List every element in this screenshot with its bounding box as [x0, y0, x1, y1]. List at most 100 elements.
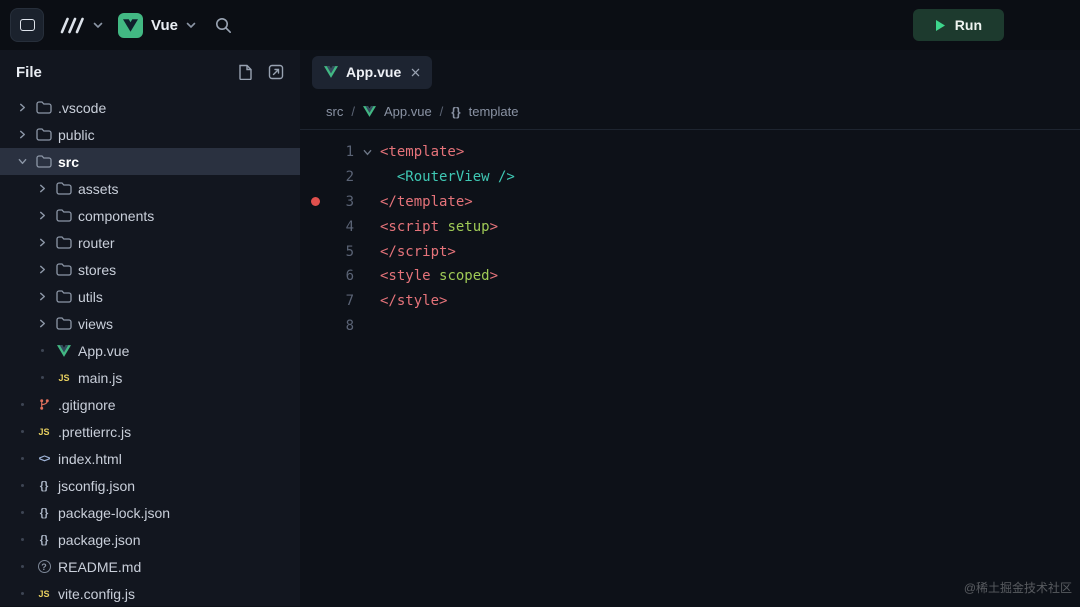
code-text: <script setup> — [380, 219, 498, 235]
code-text: </style> — [380, 293, 447, 309]
line-number: 6 — [330, 268, 354, 284]
code-text: <RouterView /> — [380, 169, 515, 185]
json-file-icon: {} — [40, 480, 49, 492]
close-tab-icon[interactable] — [411, 68, 420, 77]
topbar: Vue Run — [0, 0, 1080, 50]
tree-item-label: views — [78, 316, 113, 332]
tree-file-vite.config.js[interactable]: JS vite.config.js — [0, 580, 300, 607]
tree-item-label: src — [58, 154, 79, 170]
tree-folder-views[interactable]: views — [0, 310, 300, 337]
tree-file-jsconfig.json[interactable]: {}jsconfig.json — [0, 472, 300, 499]
line-number: 5 — [330, 244, 354, 260]
tab-bar: App.vue — [300, 50, 1080, 94]
tree-folder-assets[interactable]: assets — [0, 175, 300, 202]
chevron-right-icon[interactable] — [34, 292, 50, 301]
code-text: <style scoped> — [380, 268, 498, 284]
line-number: 8 — [330, 318, 354, 334]
code-text: </template> — [380, 194, 473, 210]
chevron-right-icon[interactable] — [34, 238, 50, 247]
project-menu[interactable]: Vue — [118, 13, 196, 38]
tree-item-label: router — [78, 235, 115, 251]
code-line-2: 2 <RouterView /> — [300, 165, 1080, 190]
file-bullet — [14, 457, 30, 460]
chevron-down-icon — [93, 22, 103, 29]
line-number: 3 — [330, 194, 354, 210]
tree-folder-public[interactable]: public — [0, 121, 300, 148]
app-logo-button[interactable] — [10, 8, 44, 42]
vue-icon — [324, 66, 338, 78]
code-line-7: 7</style> — [300, 289, 1080, 314]
breadcrumb-file[interactable]: App.vue — [384, 104, 432, 119]
line-number: 2 — [330, 169, 354, 185]
file-bullet — [14, 538, 30, 541]
chevron-right-icon[interactable] — [14, 103, 30, 112]
chevron-right-icon[interactable] — [14, 130, 30, 139]
breakpoint-icon[interactable] — [300, 197, 330, 206]
tree-file-.gitignore[interactable]: .gitignore — [0, 391, 300, 418]
tree-item-label: public — [58, 127, 95, 143]
watermark: @稀土掘金技术社区 — [964, 579, 1072, 596]
git-branch-icon — [38, 398, 51, 411]
chevron-right-icon[interactable] — [34, 211, 50, 220]
run-button-label: Run — [955, 17, 982, 33]
code-line-3: 3 </template> — [300, 190, 1080, 215]
open-external-icon[interactable] — [268, 64, 284, 80]
tree-folder-.vscode[interactable]: .vscode — [0, 94, 300, 121]
tree-file-App.vue[interactable]: App.vue — [0, 337, 300, 364]
folder-icon — [36, 128, 52, 141]
tree-file-package-lock.json[interactable]: {}package-lock.json — [0, 499, 300, 526]
sidebar-title: File — [16, 64, 42, 81]
sidebar: File .vscode public src assets components rou… — [0, 50, 300, 606]
js-file-icon: JS — [38, 589, 49, 599]
chevron-right-icon[interactable] — [34, 184, 50, 193]
play-icon — [935, 19, 946, 32]
tree-file-main.js[interactable]: JSmain.js — [0, 364, 300, 391]
folder-icon — [56, 209, 72, 222]
tree-folder-router[interactable]: router — [0, 229, 300, 256]
tree-file-.prettierrc.js[interactable]: JS.prettierrc.js — [0, 418, 300, 445]
tree-item-label: package.json — [58, 532, 141, 548]
code-line-5: 5</script> — [300, 239, 1080, 264]
tree-item-label: .vscode — [58, 100, 106, 116]
new-file-icon[interactable] — [238, 64, 253, 80]
tree-folder-stores[interactable]: stores — [0, 256, 300, 283]
editor-area: App.vue src / App.vue / {} template 1<te… — [300, 50, 1080, 606]
file-bullet — [14, 511, 30, 514]
js-file-icon: JS — [58, 373, 69, 383]
tree-item-label: index.html — [58, 451, 122, 467]
tree-folder-utils[interactable]: utils — [0, 283, 300, 310]
tree-item-label: assets — [78, 181, 118, 197]
tree-item-label: vite.config.js — [58, 586, 135, 602]
braces-icon: {} — [451, 105, 460, 119]
tree-file-index.html[interactable]: <>index.html — [0, 445, 300, 472]
breadcrumb-folder[interactable]: src — [326, 104, 343, 119]
tree-file-package.json[interactable]: {}package.json — [0, 526, 300, 553]
folder-icon — [56, 317, 72, 330]
tree-item-label: README.md — [58, 559, 141, 575]
vue-icon — [363, 106, 376, 117]
folder-icon — [56, 290, 72, 303]
project-name: Vue — [151, 17, 178, 34]
code-line-4: 4<script setup> — [300, 214, 1080, 239]
tree-item-label: .prettierrc.js — [58, 424, 131, 440]
search-button[interactable] — [215, 17, 232, 34]
tree-folder-src[interactable]: src — [0, 148, 300, 175]
breadcrumb: src / App.vue / {} template — [300, 94, 1080, 130]
chevron-down-icon[interactable] — [14, 157, 30, 166]
workspace-menu[interactable] — [59, 17, 103, 34]
fold-chevron-icon[interactable] — [354, 148, 380, 157]
tree-file-README.md[interactable]: ?README.md — [0, 553, 300, 580]
code-line-8: 8 — [300, 314, 1080, 339]
file-bullet — [14, 403, 30, 406]
tree-item-label: App.vue — [78, 343, 129, 359]
run-button[interactable]: Run — [913, 9, 1004, 41]
tree-folder-components[interactable]: components — [0, 202, 300, 229]
vue-icon — [57, 345, 71, 357]
chevron-right-icon[interactable] — [34, 265, 50, 274]
breadcrumb-node[interactable]: template — [469, 104, 519, 119]
file-bullet — [14, 484, 30, 487]
code-lines: 1<template>2 <RouterView />3</template>4… — [300, 130, 1080, 338]
file-bullet — [14, 430, 30, 433]
tab-app-vue[interactable]: App.vue — [312, 56, 432, 89]
chevron-right-icon[interactable] — [34, 319, 50, 328]
